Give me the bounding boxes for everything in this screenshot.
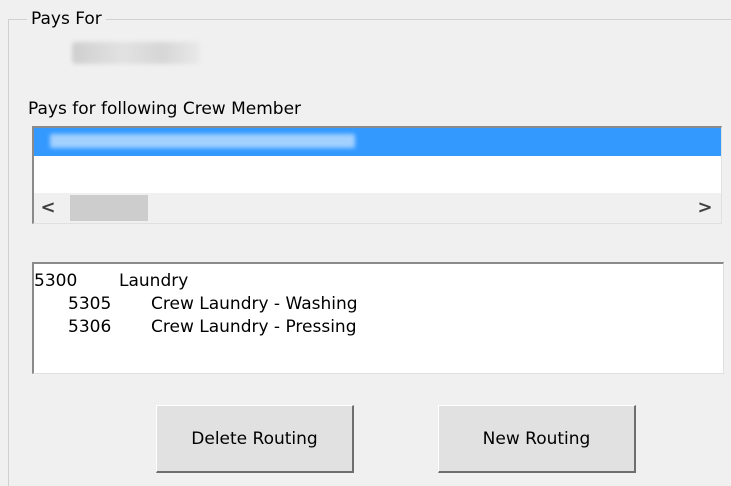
crew-member-listbox[interactable]: < > xyxy=(32,126,722,224)
scroll-thumb[interactable] xyxy=(70,195,148,221)
routing-description: Crew Laundry - Washing xyxy=(151,294,358,314)
routing-row-child[interactable]: 5306 Crew Laundry - Pressing xyxy=(68,316,357,338)
delete-routing-button[interactable]: Delete Routing xyxy=(156,405,354,473)
redacted-crew-member-name xyxy=(50,134,355,148)
new-routing-button[interactable]: New Routing xyxy=(438,405,636,473)
routing-code: 5306 xyxy=(68,317,112,337)
routing-code: 5305 xyxy=(68,294,112,314)
routing-description: Laundry xyxy=(119,271,189,291)
scroll-right-arrow-icon[interactable]: > xyxy=(695,197,715,219)
routing-row-child[interactable]: 5305 Crew Laundry - Washing xyxy=(68,293,358,315)
horizontal-scrollbar[interactable]: < > xyxy=(34,193,721,223)
redacted-payer-name xyxy=(72,42,200,64)
routing-row-parent[interactable]: 5300 Laundry xyxy=(34,270,188,292)
group-title: Pays For xyxy=(27,8,106,30)
pays-for-panel: Pays For Pays for following Crew Member … xyxy=(0,0,731,486)
routing-listbox[interactable]: 5300 Laundry 5305 Crew Laundry - Washing 5… xyxy=(32,262,724,374)
crew-member-label: Pays for following Crew Member xyxy=(28,99,302,119)
crew-member-row-selected[interactable] xyxy=(34,128,721,156)
routing-code: 5300 xyxy=(34,271,78,291)
scroll-left-arrow-icon[interactable]: < xyxy=(38,197,58,219)
routing-description: Crew Laundry - Pressing xyxy=(151,317,357,337)
